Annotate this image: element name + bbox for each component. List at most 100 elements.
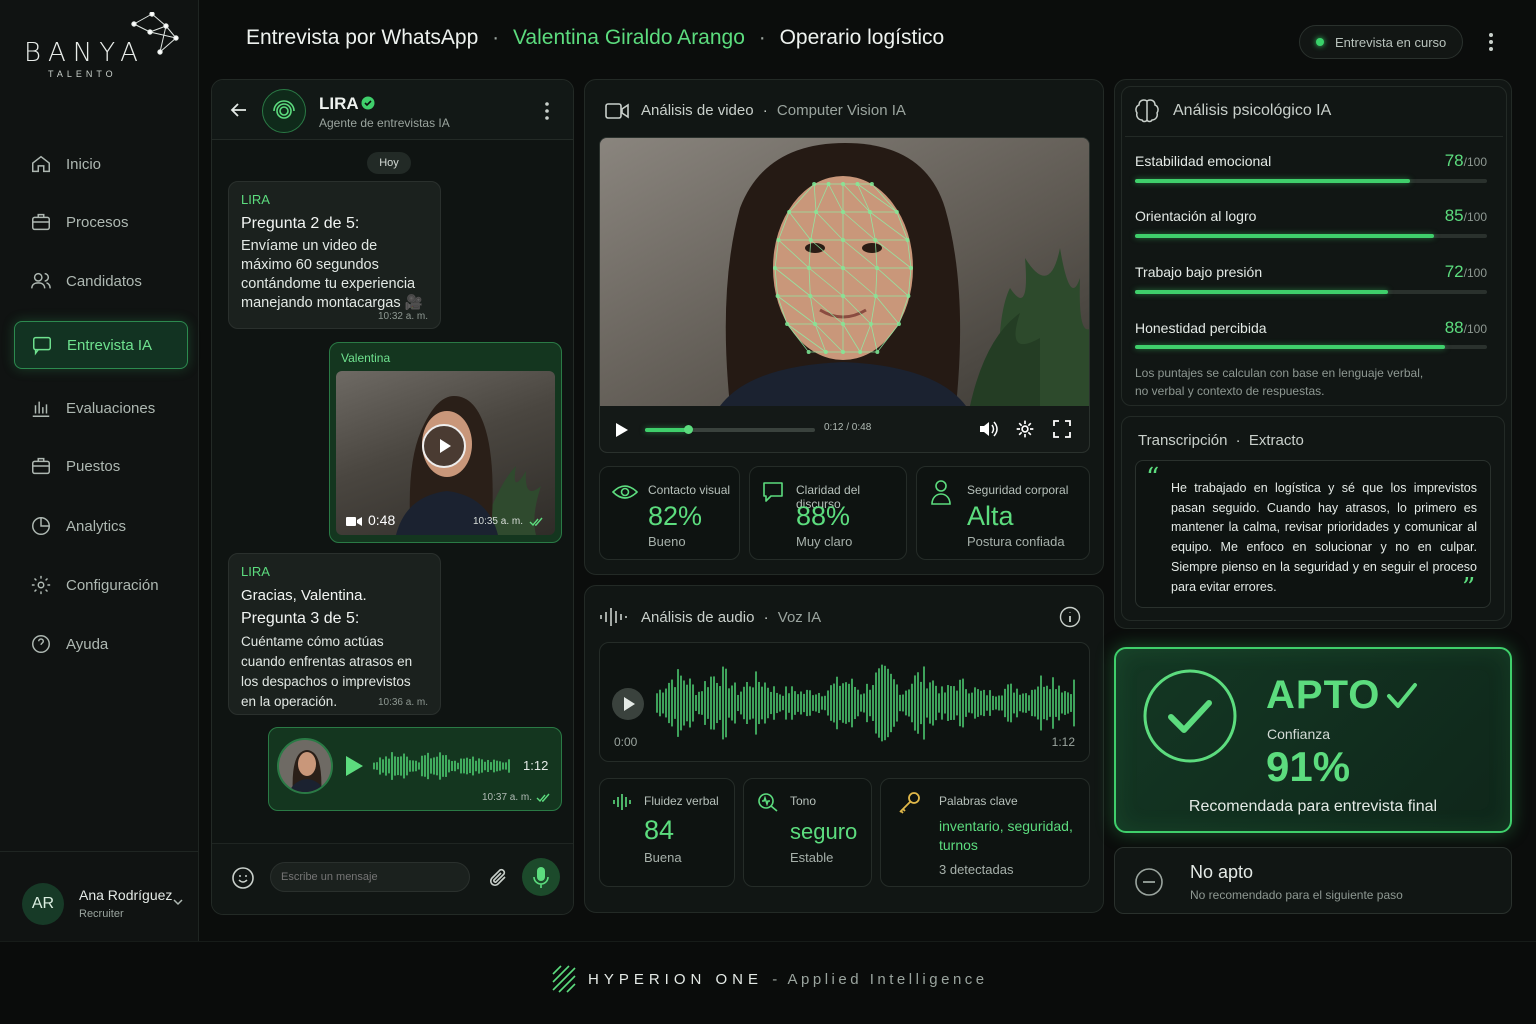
banya-logo[interactable]: BANYA TALENTO	[24, 12, 184, 82]
face-landmark	[813, 322, 818, 326]
candidate-video-frame	[600, 138, 1089, 406]
message-time: 10:36 a. m.	[377, 697, 428, 708]
sidebar-item-analytics[interactable]: Analytics	[14, 502, 188, 550]
metric-value: Alta	[967, 501, 1014, 531]
metric-sub: Postura confiada	[967, 534, 1065, 549]
info-icon[interactable]	[1059, 606, 1081, 628]
sidebar-item-label: Evaluaciones	[66, 399, 156, 417]
sidebar-item-entrevista-ia[interactable]: Entrevista IA	[14, 321, 188, 369]
video-player[interactable]: 0:12 / 0:48	[599, 137, 1090, 453]
verdict-apto-card[interactable]: APTO Confianza 91% Recomendada para entr…	[1114, 647, 1512, 833]
score-value: 85/100	[1445, 206, 1487, 226]
agent-name: LIRA	[319, 94, 359, 113]
verdict-no-apto-card[interactable]: No apto No recomendado para el siguiente…	[1114, 847, 1512, 914]
briefcase-icon	[32, 213, 50, 231]
minus-circle-icon	[1135, 868, 1163, 896]
date-chip: Hoy	[367, 152, 411, 174]
score-max: /100	[1463, 266, 1487, 280]
video-duration: 0:48	[368, 512, 396, 528]
volume-icon[interactable]	[978, 419, 1000, 439]
psych-scores-card	[1121, 86, 1507, 406]
chat-input-bar	[212, 843, 573, 914]
face-landmark	[826, 182, 831, 186]
score-max: /100	[1463, 155, 1487, 169]
metric-label: Tono	[790, 794, 817, 808]
score-bar-fill	[1135, 345, 1445, 349]
more-options-icon[interactable]	[1482, 31, 1500, 53]
emoji-icon[interactable]	[231, 866, 255, 890]
header-separator: ·	[492, 26, 500, 49]
users-icon	[31, 272, 51, 289]
metric-value: 82%	[648, 501, 703, 531]
page-title: Entrevista por WhatsApp · Valentina Gira…	[246, 26, 944, 50]
play-button[interactable]	[422, 424, 466, 468]
sidebar-item-puestos[interactable]: Puestos	[14, 442, 188, 490]
message-sender: LIRA	[241, 564, 270, 579]
video-thumbnail[interactable]: 0:48 10:35 a. m.	[336, 371, 555, 535]
transcript-subheading: Extracto	[1248, 432, 1304, 449]
score-number: 88	[1444, 318, 1464, 337]
chat-message-voice-note[interactable]: 1:12 10:37 a. m.	[268, 727, 562, 811]
paperclip-icon[interactable]	[488, 866, 510, 890]
metric-sub: Buena	[644, 850, 682, 865]
voice-note-avatar	[277, 738, 333, 794]
tone-icon	[758, 793, 778, 812]
play-icon	[624, 697, 635, 711]
audio-play-button[interactable]	[612, 688, 644, 720]
audio-player[interactable]: 0:00 1:12	[599, 642, 1090, 762]
sidebar-item-label: Configuración	[66, 576, 159, 594]
face-landmark	[823, 350, 828, 354]
separator: ·	[1235, 432, 1241, 449]
metric-label: Palabras clave	[939, 794, 1018, 808]
fullscreen-icon[interactable]	[1053, 420, 1071, 438]
metric-value: seguro	[790, 819, 858, 844]
message-sender: LIRA	[241, 192, 270, 207]
message-input[interactable]	[270, 862, 470, 892]
voice-duration: 1:12	[523, 758, 549, 773]
brand-sub: TALENTO	[48, 69, 117, 79]
sidebar-item-evaluaciones[interactable]: Evaluaciones	[14, 384, 188, 432]
waveform-icon	[613, 794, 631, 810]
sidebar-item-label: Procesos	[66, 213, 129, 231]
chevron-down-icon[interactable]	[172, 896, 184, 908]
progress-knob[interactable]	[683, 425, 693, 434]
face-landmark	[841, 266, 845, 270]
score-bar-fill	[1135, 234, 1435, 238]
face-landmark	[908, 266, 913, 270]
sidebar-item-label: Puestos	[66, 457, 121, 475]
chat-message-video[interactable]: Valentina 0:48 10:35 a. m.	[329, 342, 562, 543]
video-subtitle: Computer Vision IA	[776, 102, 906, 119]
microphone-icon	[533, 867, 549, 888]
back-arrow-icon[interactable]	[229, 100, 249, 120]
person-icon	[931, 480, 951, 505]
chat-menu-icon[interactable]	[538, 100, 556, 122]
play-icon	[440, 439, 451, 453]
video-progress-bar[interactable]	[645, 428, 815, 432]
play-icon[interactable]	[343, 754, 365, 778]
keywords-value: inventario, seguridad, turnos	[939, 818, 1073, 853]
user-name: Ana Rodríguez	[79, 887, 173, 903]
key-icon	[899, 792, 920, 814]
user-profile[interactable]: AR Ana Rodríguez Recruiter	[0, 851, 199, 941]
settings-gear-icon[interactable]	[1015, 419, 1035, 439]
header-separator: ·	[758, 26, 766, 49]
sidebar-item-configuracion[interactable]: Configuración	[14, 561, 188, 609]
mic-button[interactable]	[522, 858, 560, 896]
gear-icon	[31, 575, 51, 595]
face-landmark	[814, 210, 819, 214]
briefcase-icon	[32, 457, 50, 475]
no-apto-label: No apto	[1190, 862, 1254, 882]
sidebar-item-procesos[interactable]: Procesos	[14, 198, 188, 246]
verified-badge-icon	[361, 96, 375, 110]
face-landmark	[841, 210, 845, 214]
sidebar-item-candidatos[interactable]: Candidatos	[14, 257, 188, 305]
play-icon[interactable]	[614, 421, 630, 439]
bar-chart-icon	[32, 401, 50, 417]
face-landmark	[905, 238, 910, 242]
footer-brand-line: HYPERION ONE - Applied Intelligence	[588, 971, 988, 988]
sidebar-item-ayuda[interactable]: Ayuda	[14, 620, 188, 668]
message-time: 10:32 a. m.	[377, 311, 428, 322]
video-progress-fill	[645, 428, 688, 432]
footer: HYPERION ONE - Applied Intelligence	[0, 941, 1536, 1024]
sidebar-item-inicio[interactable]: Inicio	[14, 140, 188, 188]
